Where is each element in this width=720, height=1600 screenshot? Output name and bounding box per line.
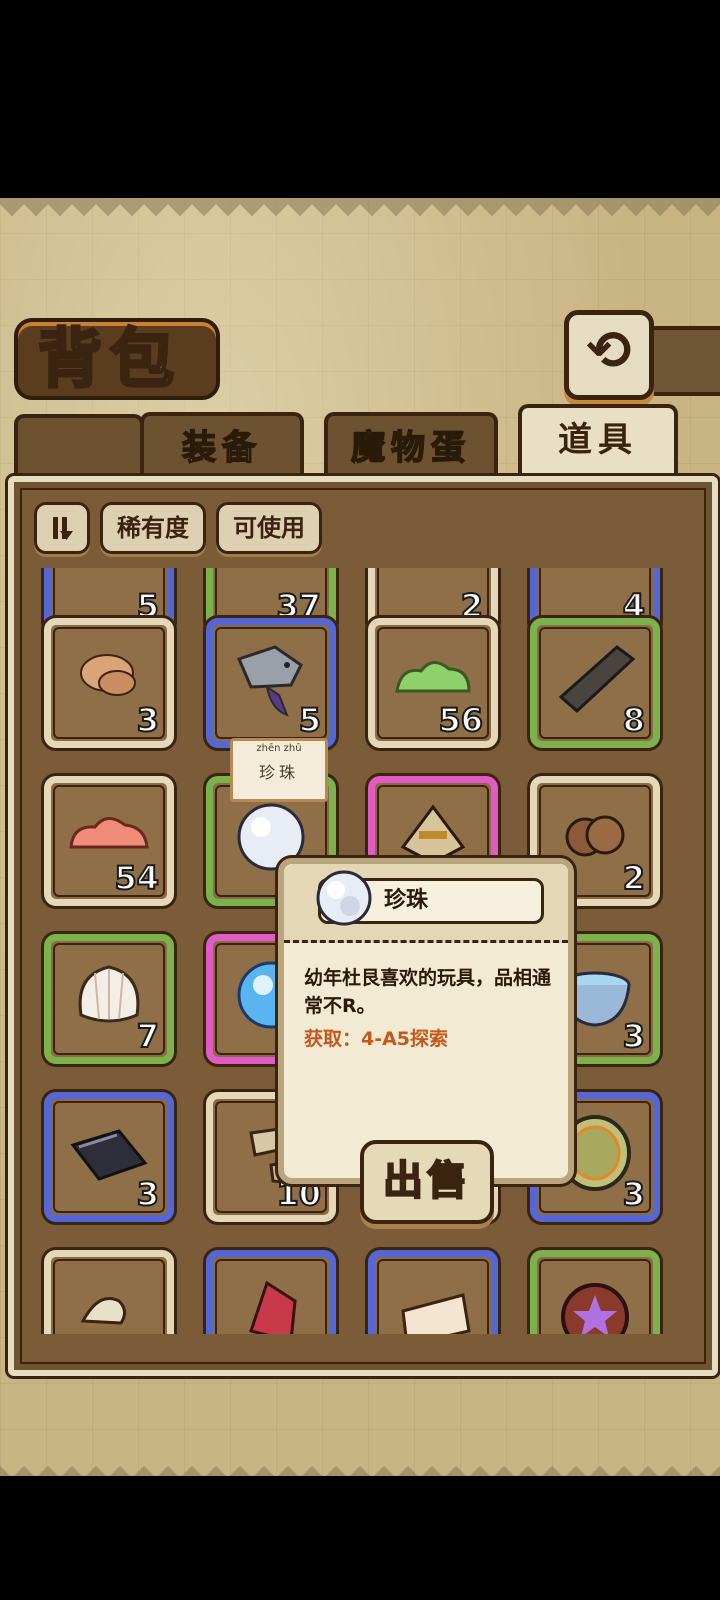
inventory-slot[interactable]: 8 [530, 618, 660, 748]
sort-toggle-button[interactable] [34, 502, 90, 554]
return-icon: ⟲ [586, 319, 632, 382]
header-bar-right [646, 326, 720, 396]
tab-items[interactable]: 道具 [518, 404, 678, 486]
popup-description: 幼年杜艮喜欢的玩具，品相通常不R。 [304, 967, 552, 1017]
tab-spacer [14, 414, 144, 482]
item-count: 5 [298, 700, 322, 740]
filter-usable-button[interactable]: 可使用 [216, 502, 322, 554]
back-button[interactable]: ⟲ [564, 310, 654, 400]
inventory-slot[interactable]: 3 [44, 1092, 174, 1222]
page-title: 背包 [37, 321, 182, 399]
popup-header: 珍珠 [284, 864, 568, 943]
inventory-slot[interactable] [530, 1250, 660, 1334]
item-count: 56 [437, 700, 484, 740]
sort-icon [53, 517, 73, 540]
fish-icon [59, 1261, 159, 1334]
inventory-slot[interactable]: 7 [44, 934, 174, 1064]
torn-edge-top [0, 198, 720, 246]
tab-monster-egg[interactable]: 魔物蛋 [324, 412, 498, 484]
item-count: 3 [622, 1174, 646, 1214]
inventory-slot[interactable]: 56 [368, 618, 498, 748]
item-name-pinyin: zhēn zhū [256, 743, 302, 754]
item-name-tag-text: 珍珠 [258, 763, 299, 782]
inventory-slot[interactable]: 54 [44, 776, 174, 906]
tab-equipment[interactable]: 装备 [140, 412, 304, 484]
item-count: 8 [622, 700, 646, 740]
torn-edge-bottom [0, 1406, 720, 1476]
scroll-icon [383, 1261, 483, 1334]
item-count: 2 [622, 858, 646, 898]
star-coin-icon [545, 1261, 645, 1334]
inventory-slot[interactable] [206, 1250, 336, 1334]
item-count: 3 [136, 700, 160, 740]
inventory-slot[interactable] [368, 1250, 498, 1334]
filter-rarity-button[interactable]: 稀有度 [100, 502, 206, 554]
red-crystal-icon [221, 1261, 321, 1334]
pearl-icon [316, 870, 372, 926]
item-count: 3 [136, 1174, 160, 1214]
popup-item-name: 珍珠 [384, 888, 429, 913]
sell-button[interactable]: 出售 [360, 1140, 494, 1224]
inventory-slot[interactable]: 5 [206, 618, 336, 748]
inventory-slot[interactable] [44, 1250, 174, 1334]
item-name-tag: zhēn zhū 珍珠 [230, 738, 328, 802]
item-count: 54 [113, 858, 160, 898]
popup-source: 获取：4-A5探索 [304, 1028, 449, 1050]
item-count: 7 [136, 1016, 160, 1056]
inventory-slot[interactable]: 3 [44, 618, 174, 748]
item-detail-popup: 珍珠 幼年杜艮喜欢的玩具，品相通常不R。 获取：4-A5探索 [275, 855, 577, 1187]
item-count: 3 [622, 1016, 646, 1056]
